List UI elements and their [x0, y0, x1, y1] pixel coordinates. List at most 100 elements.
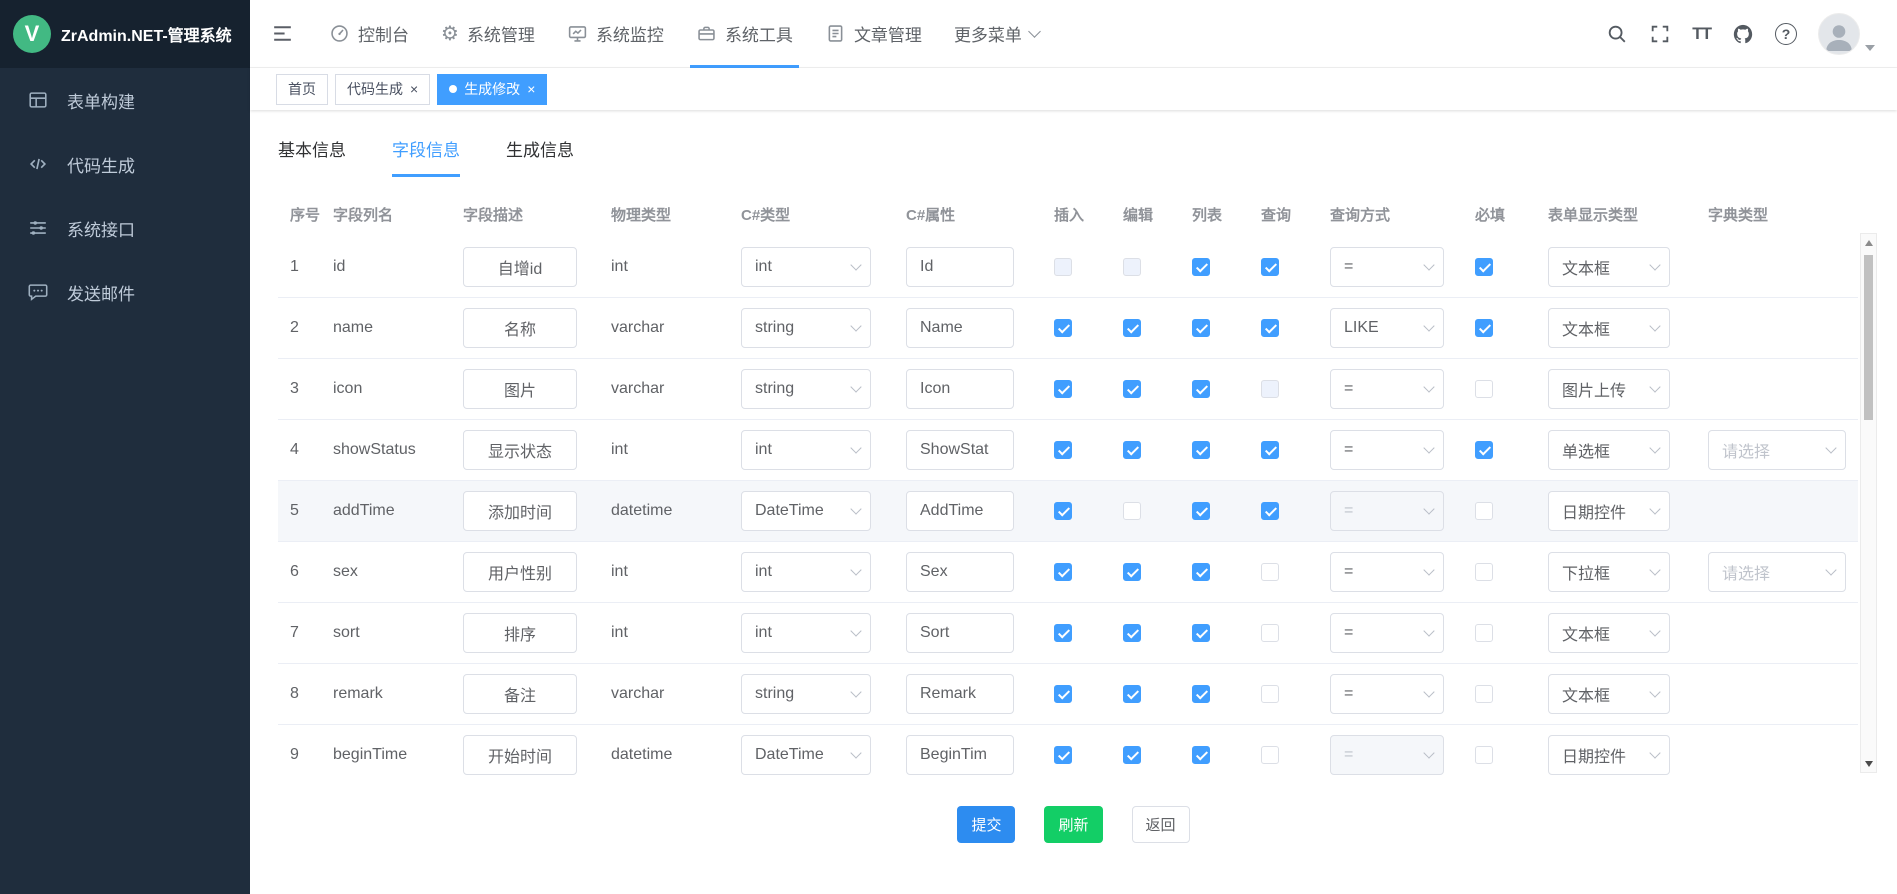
required-checkbox[interactable] [1475, 258, 1493, 276]
sidebar-item-form-builder[interactable]: 表单构建 [0, 68, 250, 132]
question-icon[interactable] [1775, 23, 1797, 45]
required-checkbox[interactable] [1475, 746, 1493, 764]
insert-checkbox[interactable] [1054, 624, 1072, 642]
display-type-select[interactable]: 日期控件 [1548, 491, 1670, 531]
csharp-type-select[interactable]: int [741, 430, 871, 470]
csharp-prop-input[interactable] [906, 308, 1014, 348]
scrollbar-thumb[interactable] [1864, 255, 1873, 420]
insert-checkbox[interactable] [1054, 563, 1072, 581]
csharp-type-select[interactable]: string [741, 369, 871, 409]
query-checkbox[interactable] [1261, 502, 1279, 520]
fullscreen-icon[interactable] [1649, 23, 1671, 45]
insert-checkbox[interactable] [1054, 319, 1072, 337]
csharp-prop-input[interactable] [906, 369, 1014, 409]
edit-checkbox[interactable] [1123, 380, 1141, 398]
nav-item-system-tools[interactable]: 系统工具 [680, 0, 809, 68]
scroll-down-arrow[interactable] [1861, 755, 1876, 772]
list-checkbox[interactable] [1192, 563, 1210, 581]
csharp-type-select[interactable]: DateTime [741, 735, 871, 775]
query-method-select[interactable]: = [1330, 247, 1444, 287]
tab-field-info[interactable]: 字段信息 [392, 136, 460, 177]
column-desc-input[interactable] [463, 369, 577, 409]
query-checkbox[interactable] [1261, 563, 1279, 581]
column-desc-input[interactable] [463, 308, 577, 348]
query-checkbox[interactable] [1261, 746, 1279, 764]
query-method-select[interactable]: = [1330, 430, 1444, 470]
dict-type-select[interactable]: 请选择 [1708, 430, 1846, 470]
required-checkbox[interactable] [1475, 441, 1493, 459]
column-desc-input[interactable] [463, 613, 577, 653]
nav-item-more-menu[interactable]: 更多菜单 [938, 0, 1055, 68]
back-button[interactable]: 返回 [1132, 806, 1190, 843]
required-checkbox[interactable] [1475, 563, 1493, 581]
list-checkbox[interactable] [1192, 258, 1210, 276]
csharp-type-select[interactable]: int [741, 552, 871, 592]
nav-item-dashboard[interactable]: 控制台 [313, 0, 425, 68]
edit-checkbox[interactable] [1123, 746, 1141, 764]
tab-basic-info[interactable]: 基本信息 [278, 136, 346, 177]
list-checkbox[interactable] [1192, 441, 1210, 459]
column-desc-input[interactable] [463, 491, 577, 531]
column-desc-input[interactable] [463, 430, 577, 470]
required-checkbox[interactable] [1475, 380, 1493, 398]
insert-checkbox[interactable] [1054, 441, 1072, 459]
nav-item-system-admin[interactable]: 系统管理 [425, 0, 551, 68]
list-checkbox[interactable] [1192, 319, 1210, 337]
scroll-up-arrow[interactable] [1861, 234, 1876, 251]
tag-home[interactable]: 首页 [276, 74, 328, 105]
nav-item-article-admin[interactable]: 文章管理 [809, 0, 938, 68]
display-type-select[interactable]: 单选框 [1548, 430, 1670, 470]
query-checkbox[interactable] [1261, 441, 1279, 459]
insert-checkbox[interactable] [1054, 258, 1072, 276]
list-checkbox[interactable] [1192, 746, 1210, 764]
edit-checkbox[interactable] [1123, 319, 1141, 337]
dict-type-select[interactable]: 请选择 [1708, 552, 1846, 592]
insert-checkbox[interactable] [1054, 502, 1072, 520]
display-type-select[interactable]: 日期控件 [1548, 735, 1670, 775]
csharp-prop-input[interactable] [906, 552, 1014, 592]
insert-checkbox[interactable] [1054, 746, 1072, 764]
sidebar-item-code-gen[interactable]: 代码生成 [0, 132, 250, 196]
list-checkbox[interactable] [1192, 380, 1210, 398]
csharp-prop-input[interactable] [906, 247, 1014, 287]
query-method-select[interactable]: = [1330, 674, 1444, 714]
list-checkbox[interactable] [1192, 685, 1210, 703]
font-size-icon[interactable] [1692, 24, 1711, 44]
column-desc-input[interactable] [463, 552, 577, 592]
tag-code-gen[interactable]: 代码生成 × [335, 74, 430, 105]
user-menu[interactable] [1818, 13, 1875, 55]
list-checkbox[interactable] [1192, 624, 1210, 642]
display-type-select[interactable]: 下拉框 [1548, 552, 1670, 592]
query-method-select[interactable]: = [1330, 369, 1444, 409]
collapse-sidebar-icon[interactable] [270, 21, 295, 46]
sidebar-item-send-mail[interactable]: 发送邮件 [0, 260, 250, 324]
required-checkbox[interactable] [1475, 685, 1493, 703]
csharp-prop-input[interactable] [906, 735, 1014, 775]
tab-gen-info[interactable]: 生成信息 [506, 136, 574, 177]
github-icon[interactable] [1732, 23, 1754, 45]
query-checkbox[interactable] [1261, 258, 1279, 276]
query-checkbox[interactable] [1261, 380, 1279, 398]
required-checkbox[interactable] [1475, 319, 1493, 337]
column-desc-input[interactable] [463, 247, 577, 287]
csharp-type-select[interactable]: DateTime [741, 491, 871, 531]
search-icon[interactable] [1606, 23, 1628, 45]
csharp-prop-input[interactable] [906, 613, 1014, 653]
app-logo[interactable]: V ZrAdmin.NET-管理系统 [0, 0, 250, 68]
close-icon[interactable]: × [527, 82, 535, 96]
column-desc-input[interactable] [463, 735, 577, 775]
display-type-select[interactable]: 文本框 [1548, 308, 1670, 348]
query-method-select[interactable]: = [1330, 735, 1444, 775]
csharp-prop-input[interactable] [906, 674, 1014, 714]
query-checkbox[interactable] [1261, 624, 1279, 642]
display-type-select[interactable]: 文本框 [1548, 247, 1670, 287]
required-checkbox[interactable] [1475, 502, 1493, 520]
column-desc-input[interactable] [463, 674, 577, 714]
csharp-type-select[interactable]: string [741, 674, 871, 714]
display-type-select[interactable]: 文本框 [1548, 674, 1670, 714]
query-checkbox[interactable] [1261, 685, 1279, 703]
submit-button[interactable]: 提交 [957, 806, 1015, 843]
query-method-select[interactable]: = [1330, 613, 1444, 653]
edit-checkbox[interactable] [1123, 441, 1141, 459]
display-type-select[interactable]: 文本框 [1548, 613, 1670, 653]
